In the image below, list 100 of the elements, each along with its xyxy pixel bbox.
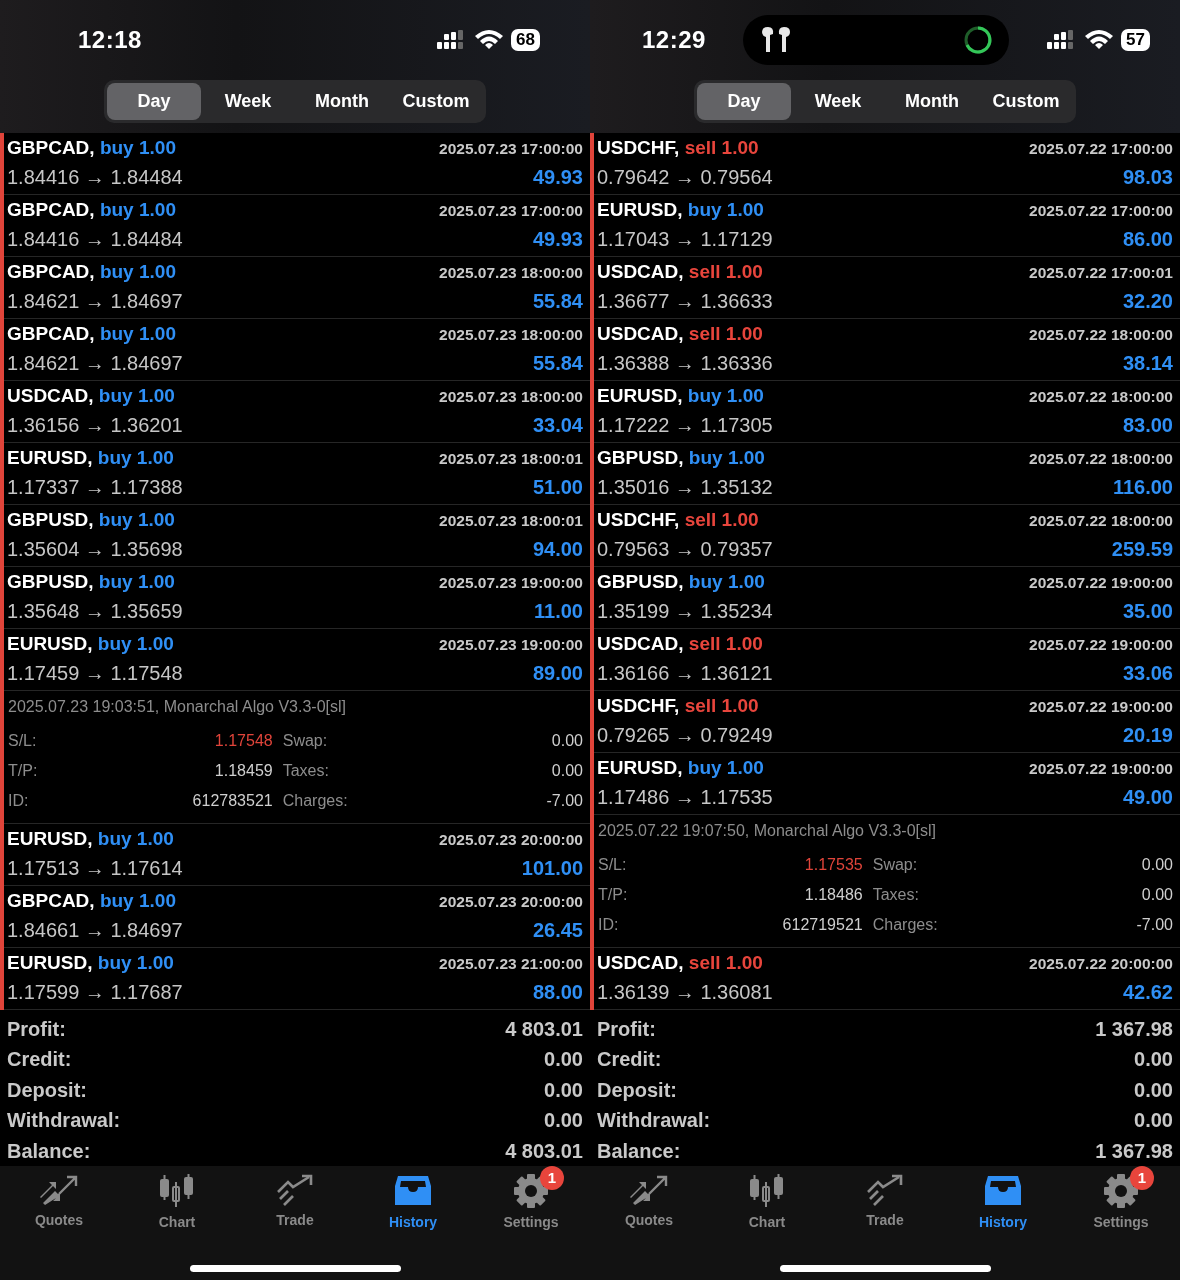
clock-time: 12:18: [78, 25, 142, 55]
trade-title: GBPUSD, buy 1.00: [597, 569, 765, 594]
trade-prices: 1.36388 → 1.36336: [597, 351, 773, 377]
trade-profit: 55.84: [532, 289, 583, 315]
trade-prices: 1.17337 → 1.17388: [7, 475, 183, 501]
trade-title: GBPCAD, buy 1.00: [7, 321, 176, 346]
tab-bar-item[interactable]: Chart: [118, 1166, 236, 1235]
period-tab[interactable]: Day: [697, 83, 791, 120]
trade-profit: 94.00: [532, 537, 583, 563]
field-label: Charges:: [282, 790, 348, 811]
trade-time: 2025.07.23 21:00:00: [439, 953, 583, 974]
notification-badge: 1: [540, 1166, 564, 1191]
trade-prices: 0.79265 → 0.79249: [597, 723, 773, 749]
trade-title: GBPCAD, buy 1.00: [7, 888, 176, 913]
summary-label: Profit:: [7, 1016, 66, 1042]
trade-prices: 1.84621 → 1.84697: [7, 351, 183, 377]
trade-title: EURUSD, buy 1.00: [597, 383, 764, 408]
field-value: 1.18486: [803, 884, 863, 905]
period-tab[interactable]: Month: [295, 83, 389, 120]
candlestick-icon: [158, 1174, 196, 1209]
trade-time: 2025.07.23 20:00:00: [439, 891, 583, 912]
trade-prices: 1.35604 → 1.35698: [7, 537, 183, 563]
trade-time: 2025.07.23 17:00:00: [439, 200, 583, 221]
field-label: Taxes:: [872, 884, 920, 905]
tab-bar-item[interactable]: Trade: [826, 1166, 944, 1235]
trade-title: GBPCAD, buy 1.00: [7, 197, 176, 222]
trade-time: 2025.07.22 18:00:00: [1029, 324, 1173, 345]
summary-label: Credit:: [7, 1047, 72, 1073]
summary-value: 0.00: [544, 1108, 583, 1134]
trade-prices: 1.17459 → 1.17548: [7, 661, 183, 687]
trade-title: USDCAD, sell 1.00: [597, 321, 763, 346]
progress-ring-icon: [963, 25, 994, 55]
tab-bar-item[interactable]: History: [944, 1166, 1062, 1235]
trade-time: 2025.07.23 18:00:00: [439, 262, 583, 283]
trade-time: 2025.07.23 18:00:00: [439, 324, 583, 345]
summary-value: 0.00: [1134, 1077, 1173, 1103]
summary-value: 0.00: [544, 1047, 583, 1073]
trade-profit: 259.59: [1111, 537, 1173, 563]
summary-value: 4 803.01: [505, 1138, 583, 1164]
trend-arrow-icon: [866, 1174, 904, 1207]
trade-prices: 0.79642 → 0.79564: [597, 165, 773, 191]
summary-label: Credit:: [597, 1047, 662, 1073]
tab-bar-item[interactable]: Trade: [236, 1166, 354, 1235]
trade-profit: 98.03: [1122, 165, 1173, 191]
period-tab[interactable]: Month: [885, 83, 979, 120]
period-tab[interactable]: Day: [107, 83, 201, 120]
trade-prices: 1.84661 → 1.84697: [7, 918, 183, 944]
period-tab[interactable]: Custom: [979, 83, 1073, 120]
trade-prices: 0.79563 → 0.79357: [597, 537, 773, 563]
trade-title: EURUSD, buy 1.00: [7, 826, 174, 851]
trade-time: 2025.07.22 20:00:00: [1029, 953, 1173, 974]
wifi-icon: [475, 30, 504, 50]
field-label: ID:: [598, 914, 620, 935]
trade-time: 2025.07.23 19:00:00: [439, 572, 583, 593]
trade-time: 2025.07.23 18:00:00: [439, 386, 583, 407]
trade-title: GBPUSD, buy 1.00: [7, 569, 175, 594]
trade-comment: 2025.07.22 19:07:50, Monarchal Algo V3.3-0[sl]: [598, 820, 937, 841]
trade-prices: 1.84416 → 1.84484: [7, 227, 183, 253]
period-tab[interactable]: Custom: [389, 83, 483, 120]
trade-prices: 1.36139 → 1.36081: [597, 980, 773, 1006]
summary-label: Balance:: [7, 1138, 91, 1164]
trade-title: USDCAD, sell 1.00: [597, 259, 763, 284]
trade-title: USDCHF, sell 1.00: [597, 135, 759, 160]
trade-time: 2025.07.22 17:00:00: [1029, 200, 1173, 221]
trade-title: EURUSD, buy 1.00: [7, 950, 174, 975]
trade-prices: 1.36166 → 1.36121: [597, 661, 773, 687]
trade-prices: 1.36156 → 1.36201: [7, 413, 183, 439]
trade-profit: 86.00: [1122, 227, 1173, 253]
field-value: 1.17535: [803, 854, 863, 875]
field-label: Swap:: [872, 854, 919, 875]
period-tab[interactable]: Week: [201, 83, 295, 120]
trade-prices: 1.35199 → 1.35234: [597, 599, 773, 625]
field-value: -7.00: [545, 790, 583, 811]
tab-bar-item[interactable]: Quotes: [0, 1166, 118, 1235]
field-value: 0.00: [1140, 884, 1173, 905]
summary-label: Deposit:: [7, 1077, 87, 1103]
trade-profit: 88.00: [532, 980, 583, 1006]
trade-time: 2025.07.23 19:00:00: [439, 634, 583, 655]
summary-label: Profit:: [597, 1016, 656, 1042]
tab-bar-item[interactable]: Quotes: [590, 1166, 708, 1235]
tab-bar-item[interactable]: 1 Settings: [472, 1166, 590, 1235]
trade-time: 2025.07.22 18:00:00: [1029, 510, 1173, 531]
trade-profit: 11.00: [534, 599, 583, 625]
summary-label: Withdrawal:: [7, 1108, 121, 1134]
trade-time: 2025.07.22 18:00:00: [1029, 386, 1173, 407]
tab-bar-item[interactable]: 1 Settings: [1062, 1166, 1180, 1235]
period-tab[interactable]: Week: [791, 83, 885, 120]
tab-bar-item[interactable]: History: [354, 1166, 472, 1235]
trade-profit: 38.14: [1122, 351, 1173, 377]
trade-prices: 1.17599 → 1.17687: [7, 980, 183, 1006]
trade-title: USDCHF, sell 1.00: [597, 693, 759, 718]
summary-value: 0.00: [544, 1077, 583, 1103]
trade-prices: 1.35648 → 1.35659: [7, 599, 183, 625]
trade-time: 2025.07.22 19:00:00: [1029, 758, 1173, 779]
trade-prices: 1.35016 → 1.35132: [597, 475, 773, 501]
trade-profit: 101.00: [521, 856, 583, 882]
tab-bar-item[interactable]: Chart: [708, 1166, 826, 1235]
trade-profit: 83.00: [1122, 413, 1173, 439]
summary-value: 0.00: [1134, 1108, 1173, 1134]
trade-time: 2025.07.22 19:00:00: [1029, 572, 1173, 593]
